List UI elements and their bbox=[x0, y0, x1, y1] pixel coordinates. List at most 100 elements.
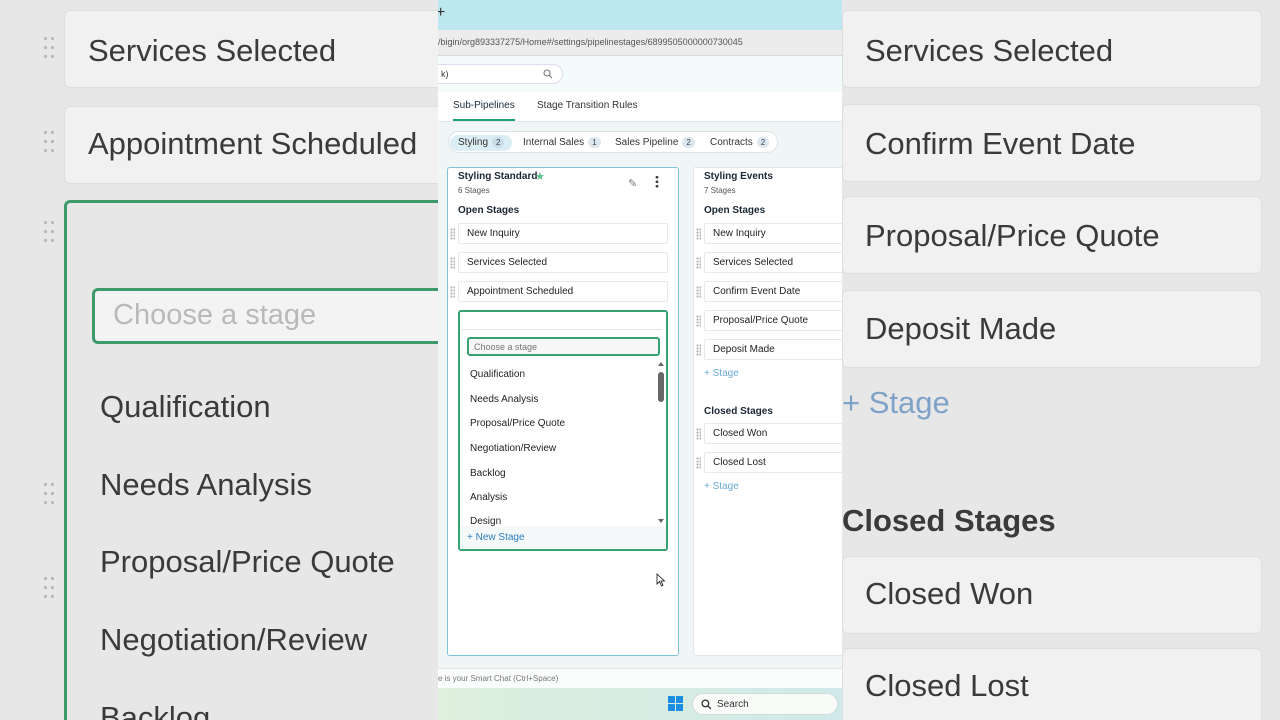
bg-option: Backlog bbox=[100, 700, 211, 720]
bg-stage-label: Services Selected bbox=[865, 33, 1114, 68]
bg-stage-label: Deposit Made bbox=[865, 311, 1057, 346]
search-value: k) bbox=[441, 69, 449, 79]
bg-stage-label: Proposal/Price Quote bbox=[865, 218, 1160, 253]
search-icon bbox=[701, 699, 712, 710]
bg-option: Needs Analysis bbox=[100, 467, 312, 502]
bg-stage-label: Services Selected bbox=[88, 33, 337, 68]
stage-label: Services Selected bbox=[467, 257, 548, 268]
chip-label: Contracts bbox=[710, 137, 753, 148]
drag-handle-icon[interactable] bbox=[696, 344, 701, 356]
stage-label: Confirm Event Date bbox=[713, 286, 801, 297]
stage-label: Deposit Made bbox=[713, 344, 775, 355]
stage-option[interactable]: Needs Analysis bbox=[470, 394, 538, 405]
drag-handle-icon[interactable] bbox=[696, 257, 701, 269]
app-window: + /bigin/org893337275/Home#/settings/pip… bbox=[438, 0, 842, 720]
stage-row[interactable]: Closed Lost bbox=[696, 452, 842, 473]
drag-handle-icon[interactable] bbox=[696, 228, 701, 240]
drag-handle-icon bbox=[42, 218, 56, 248]
drag-handle-icon bbox=[42, 574, 56, 604]
drag-handle-icon bbox=[42, 34, 56, 64]
windows-start-icon[interactable] bbox=[668, 696, 684, 712]
scroll-up-icon[interactable] bbox=[658, 362, 664, 366]
stage-option[interactable]: Qualification bbox=[470, 369, 525, 380]
stage-label: Closed Lost bbox=[713, 457, 766, 468]
browser-titlebar: + bbox=[438, 0, 842, 30]
search-icon bbox=[543, 69, 553, 79]
bg-stage-label: Appointment Scheduled bbox=[88, 126, 418, 161]
bg-stage-label: Confirm Event Date bbox=[865, 126, 1136, 161]
chip-contracts[interactable]: Contracts 2 bbox=[702, 135, 777, 151]
star-icon: ★ bbox=[535, 171, 545, 183]
url-text: /bigin/org893337275/Home#/settings/pipel… bbox=[438, 37, 743, 47]
drag-handle-icon[interactable] bbox=[696, 428, 701, 440]
pipeline-stage-count: 6 Stages bbox=[458, 186, 490, 195]
scrollbar-thumb[interactable] bbox=[658, 372, 664, 402]
stage-option[interactable]: Analysis bbox=[470, 492, 507, 503]
chip-label: Sales Pipeline bbox=[615, 137, 679, 148]
stage-label: Closed Won bbox=[713, 428, 768, 439]
stage-row[interactable]: Appointment Scheduled bbox=[450, 281, 668, 302]
bg-add-stage: + Stage bbox=[842, 385, 950, 420]
stage-row[interactable]: Closed Won bbox=[696, 423, 842, 444]
tab-stage-transition-rules[interactable]: Stage Transition Rules bbox=[537, 100, 638, 119]
stage-label: New Inquiry bbox=[467, 228, 520, 239]
add-stage-button[interactable]: + Stage bbox=[704, 368, 739, 379]
stage-row[interactable]: Services Selected bbox=[450, 252, 668, 273]
new-stage-button[interactable]: + New Stage bbox=[460, 526, 666, 549]
smart-chat-hint: e is your Smart Chat (Ctrl+Space) bbox=[438, 674, 559, 683]
smart-chat-bar[interactable]: e is your Smart Chat (Ctrl+Space) bbox=[438, 668, 842, 688]
drag-handle-icon[interactable] bbox=[450, 286, 455, 298]
stage-option[interactable]: Proposal/Price Quote bbox=[470, 418, 565, 429]
pipeline-stage-count: 7 Stages bbox=[704, 186, 736, 195]
bg-option: Negotiation/Review bbox=[100, 622, 368, 657]
scroll-down-icon[interactable] bbox=[658, 519, 664, 523]
stage-option[interactable]: Backlog bbox=[470, 468, 506, 479]
drag-handle-icon[interactable] bbox=[696, 457, 701, 469]
app-header: k) bbox=[438, 56, 842, 92]
chip-sales-pipeline[interactable]: Sales Pipeline 2 bbox=[607, 135, 703, 151]
drag-handle-icon[interactable] bbox=[696, 315, 701, 327]
stage-row[interactable]: Confirm Event Date bbox=[696, 281, 842, 302]
drag-handle-icon[interactable] bbox=[696, 286, 701, 298]
stage-picker-dropdown: Qualification Needs Analysis Proposal/Pr… bbox=[458, 310, 668, 551]
drag-handle-icon[interactable] bbox=[450, 228, 455, 240]
background-right-panel: Services Selected Confirm Event Date Pro… bbox=[842, 0, 1280, 720]
edit-icon[interactable]: ✎ bbox=[628, 177, 637, 190]
chip-label: Internal Sales bbox=[523, 137, 585, 148]
open-stages-title: Open Stages bbox=[704, 205, 766, 216]
chip-internal-sales[interactable]: Internal Sales 1 bbox=[515, 135, 609, 151]
bg-stage-label: Closed Lost bbox=[865, 668, 1029, 703]
add-closed-stage-button[interactable]: + Stage bbox=[704, 481, 739, 492]
bg-closed-title: Closed Stages bbox=[842, 503, 1056, 538]
stage-row[interactable]: New Inquiry bbox=[696, 223, 842, 244]
taskbar-search[interactable]: Search bbox=[692, 693, 838, 715]
taskbar-search-label: Search bbox=[717, 699, 749, 710]
tab-sub-pipelines[interactable]: Sub-Pipelines bbox=[453, 100, 515, 121]
address-bar[interactable]: /bigin/org893337275/Home#/settings/pipel… bbox=[438, 30, 842, 56]
drag-handle-icon[interactable] bbox=[450, 257, 455, 269]
stage-row[interactable]: New Inquiry bbox=[450, 223, 668, 244]
bg-stage-input: Choose a stage bbox=[92, 288, 438, 344]
chip-styling[interactable]: Styling 2 bbox=[450, 135, 513, 151]
bg-option: Proposal/Price Quote bbox=[100, 544, 395, 579]
more-options-icon[interactable] bbox=[655, 175, 659, 189]
taskbar: Search bbox=[438, 688, 842, 720]
chip-count: 2 bbox=[492, 137, 505, 148]
stage-row[interactable]: Services Selected bbox=[696, 252, 842, 273]
background-left-panel: Services Selected Appointment Scheduled … bbox=[0, 0, 438, 720]
stage-label: Appointment Scheduled bbox=[467, 286, 574, 297]
drag-handle-icon bbox=[42, 128, 56, 158]
new-tab-icon[interactable]: + bbox=[438, 4, 445, 22]
stage-label: Proposal/Price Quote bbox=[713, 315, 809, 326]
stage-option[interactable]: Negotiation/Review bbox=[470, 443, 556, 454]
choose-stage-input[interactable] bbox=[467, 337, 660, 356]
drag-handle-icon bbox=[42, 480, 56, 510]
stage-row[interactable]: Proposal/Price Quote bbox=[696, 310, 842, 331]
stage-row[interactable]: Deposit Made bbox=[696, 339, 842, 360]
search-box[interactable]: k) bbox=[438, 64, 563, 84]
chip-count: 2 bbox=[682, 137, 695, 148]
pipeline-title: Styling Standard bbox=[458, 171, 538, 182]
new-stage-label: + New Stage bbox=[467, 532, 525, 543]
pipeline-filter-bar: Styling 2 Internal Sales 1 Sales Pipeline 2… bbox=[448, 131, 778, 153]
open-stages-title: Open Stages bbox=[458, 205, 520, 216]
